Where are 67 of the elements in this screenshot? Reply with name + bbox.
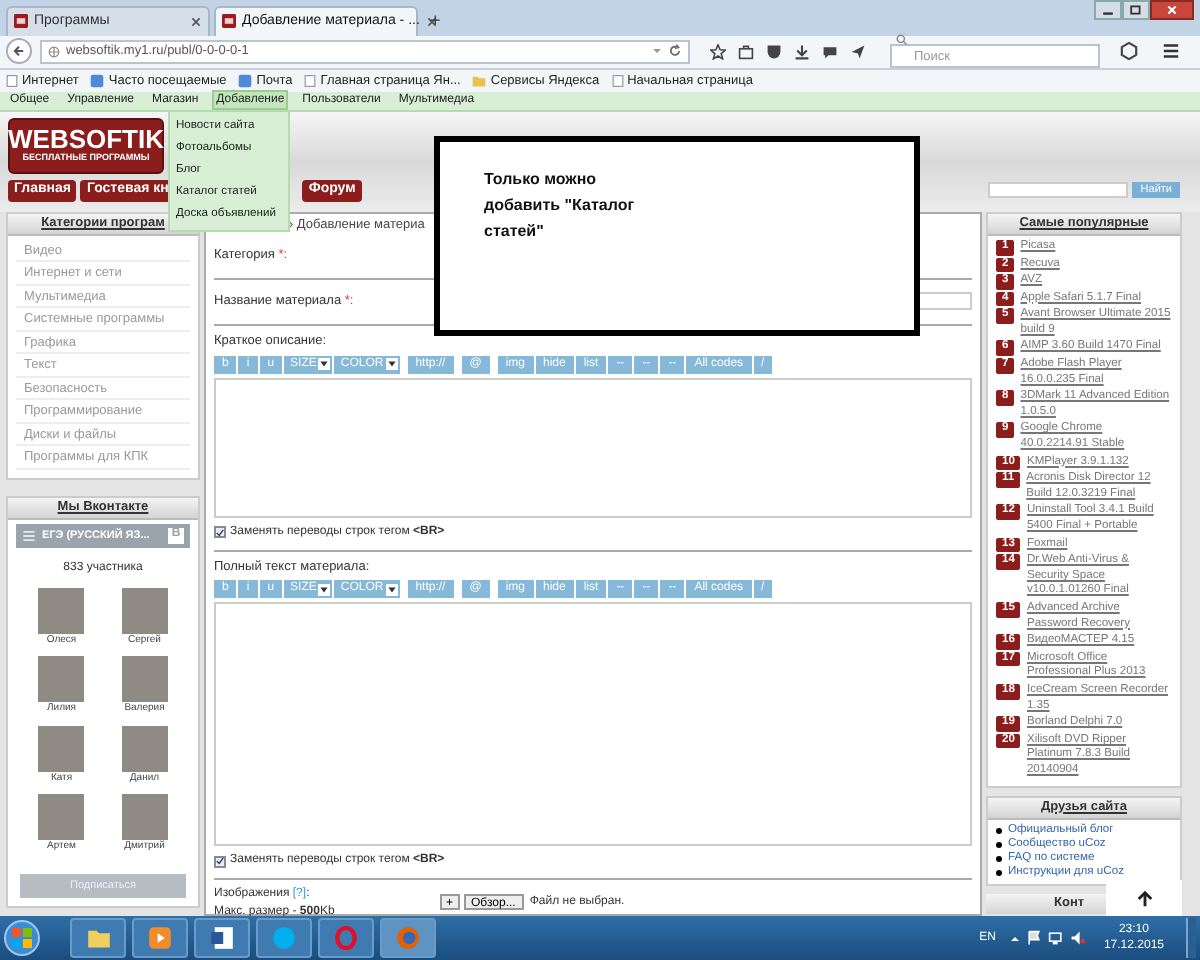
check-icon [216,527,224,538]
send-icon [850,43,866,60]
start-button[interactable] [4,920,40,956]
firefox-icon [396,926,420,950]
volume-icon [1069,930,1086,946]
back-arrow-icon [12,44,26,59]
document-icon [210,926,234,950]
scroll-top-button[interactable] [1106,880,1182,916]
reload-icon [668,44,682,59]
flag-icon [1025,930,1042,946]
download-icon [794,43,810,60]
photo-placeholder [121,725,168,772]
restore-icon [1130,4,1142,16]
site-favicon-icon [14,14,28,29]
logo-title: WEBSOFTIK [8,126,164,153]
chat-icon [822,43,838,60]
photo-placeholder [38,725,85,772]
photo-placeholder [121,794,168,841]
opera-icon [334,926,358,950]
caret-down-icon [318,358,331,371]
photo-placeholder [38,587,85,634]
arrow-up-icon [1135,889,1153,907]
photo-placeholder [38,656,85,703]
close-button[interactable] [1150,0,1194,20]
caret-up-icon [1009,933,1020,943]
close-icon [1166,4,1178,16]
hexagon-icon [1120,42,1138,61]
bullet-icon [996,869,1002,876]
new-tab-button[interactable]: + [422,7,449,36]
check-icon [216,856,224,867]
show-desktop-button[interactable] [1186,918,1196,958]
photo-placeholder [121,656,168,703]
maximize-button[interactable] [1122,0,1150,20]
close-icon [425,15,438,28]
bookmark-icon [90,73,105,88]
bullet-icon [996,855,1002,862]
caret-down-icon [385,583,398,596]
globe-icon [48,45,60,58]
back-button[interactable] [6,38,32,65]
search-icon [896,33,908,46]
bullet-icon [996,827,1002,834]
minimize-button[interactable] [1094,0,1122,20]
photo-placeholder [38,794,85,841]
notice-text: Только можно добавить "Каталог статей" [484,168,637,244]
caret-down-icon [318,583,331,596]
network-icon [1047,930,1064,946]
briefcase-icon [738,43,754,60]
list-icon [22,527,36,544]
caret-down-icon [385,358,398,371]
windows-logo-icon [12,928,32,948]
shield-icon [766,43,782,60]
star-icon [710,43,726,60]
skype-icon [272,926,296,950]
checkbox[interactable] [214,855,226,868]
taskbar-button[interactable] [194,918,250,958]
site-favicon-icon [222,14,236,29]
bookmark-icon [238,73,253,88]
caret-down-icon [652,46,662,57]
taskbar-button[interactable] [70,918,126,958]
photo-placeholder [121,587,168,634]
checkbox[interactable] [214,526,226,539]
bullet-icon [996,841,1002,848]
menu-icon [1162,42,1180,61]
folder-icon [85,926,111,950]
play-icon [148,926,172,950]
close-icon [190,15,202,28]
site-search-field[interactable] [988,182,1129,199]
